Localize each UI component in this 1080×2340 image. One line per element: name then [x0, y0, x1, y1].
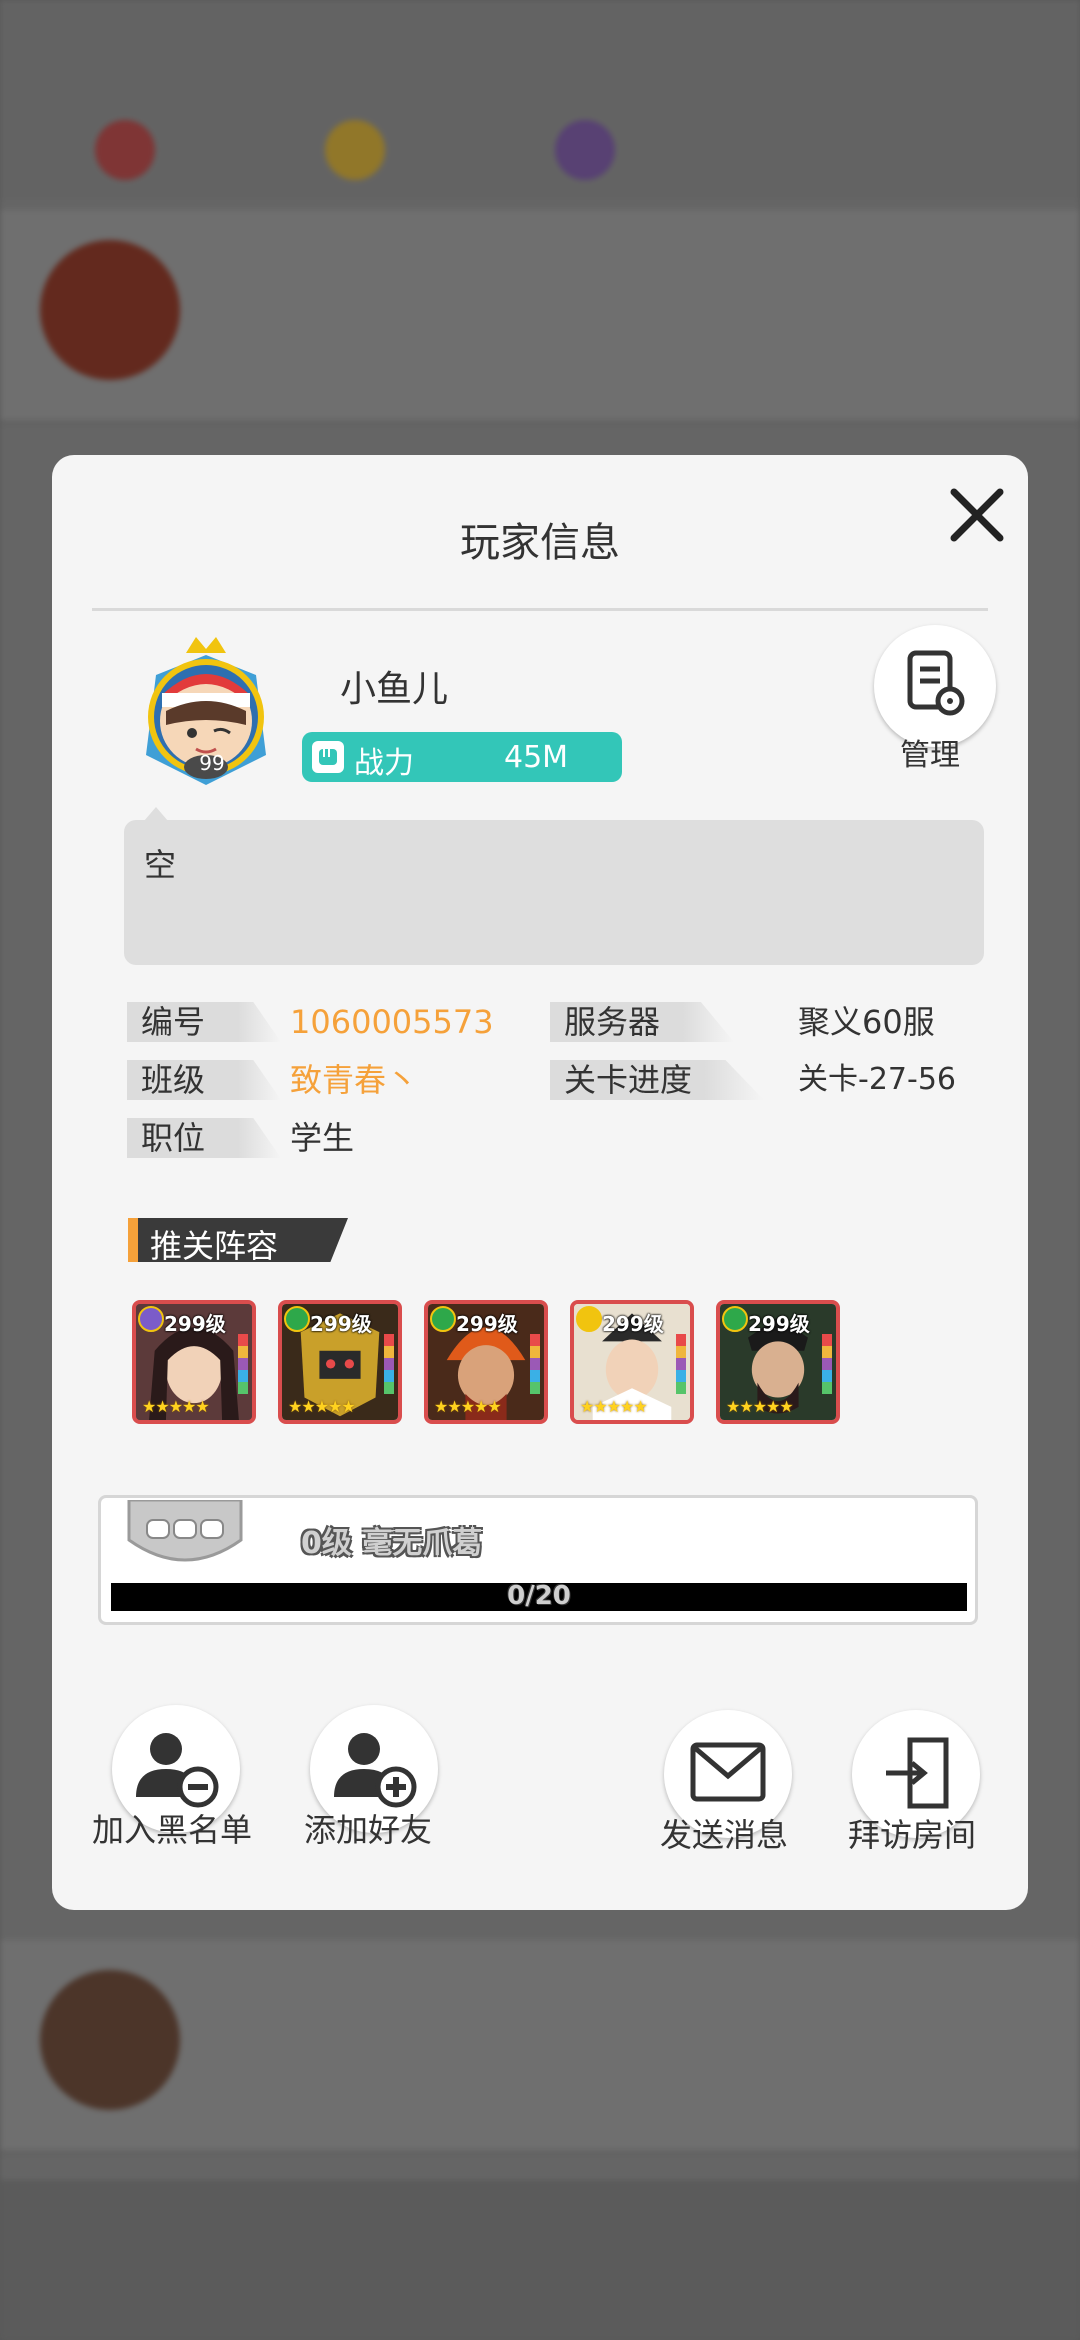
lineup-title: 推关阵容 [150, 1227, 279, 1265]
signature-tail [144, 807, 168, 821]
hero-card[interactable]: 299级 ★★★★★ [716, 1300, 840, 1424]
manage-button[interactable] [874, 625, 996, 747]
hero-level: 299级 [164, 1312, 226, 1336]
spade-badge-icon [722, 1306, 748, 1332]
class-label: 班级 [127, 1060, 281, 1100]
manage-label: 管理 [900, 738, 960, 773]
class-value[interactable]: 致青春丶 [290, 1060, 418, 1100]
document-gear-icon [907, 650, 965, 716]
position-value: 学生 [290, 1119, 355, 1157]
server-value: 聚义60服 [798, 1003, 935, 1041]
hero-level: 299级 [456, 1312, 518, 1336]
dialog-title: 玩家信息 [460, 520, 620, 566]
player-info-dialog: 玩家信息 99 小鱼儿 战力 45M 管理 空 编号 1060005573 服务… [52, 455, 1028, 1910]
rarity-bar [238, 1334, 248, 1394]
player-name: 小鱼儿 [340, 669, 449, 710]
hero-level: 299级 [602, 1312, 664, 1336]
spade-badge-icon [430, 1306, 456, 1332]
add-user-icon [334, 1733, 417, 1808]
honor-progress-bar: 0/20 [111, 1581, 967, 1611]
avatar-level: 99 [199, 751, 225, 775]
hero-stars: ★★★★★ [726, 1397, 794, 1416]
hero-stars: ★★★★★ [142, 1397, 210, 1416]
position-label: 职位 [127, 1118, 281, 1158]
add-friend-label[interactable]: 添加好友 [304, 1805, 432, 1851]
hero-level: 299级 [310, 1312, 372, 1336]
id-label: 编号 [127, 1002, 281, 1042]
rarity-bar [384, 1334, 394, 1394]
spade-badge-icon [284, 1306, 310, 1332]
hero-card[interactable]: 299级 ★★★★★ [570, 1300, 694, 1424]
signature-box [124, 820, 984, 965]
hero-stars: ★★★★★ [580, 1397, 648, 1416]
send-message-label[interactable]: 发送消息 [660, 1810, 788, 1856]
signature-text: 空 [144, 846, 177, 884]
power-label: 战力 [354, 746, 414, 781]
hero-stars: ★★★★★ [288, 1397, 356, 1416]
id-value: 1060005573 [290, 1003, 494, 1041]
title-divider [92, 608, 988, 611]
server-label: 服务器 [550, 1002, 734, 1042]
blacklist-label[interactable]: 加入黑名单 [92, 1805, 252, 1851]
envelope-icon [690, 1742, 766, 1802]
stage-value: 关卡-27-56 [798, 1062, 956, 1097]
fist-icon [312, 741, 344, 773]
sun-badge-icon [576, 1306, 602, 1332]
rarity-bar [530, 1334, 540, 1394]
stage-label: 关卡进度 [550, 1060, 764, 1100]
visit-room-label[interactable]: 拜访房间 [848, 1810, 976, 1856]
rarity-bar [822, 1334, 832, 1394]
hero-card[interactable]: 299级 ★★★★★ [278, 1300, 402, 1424]
rarity-bar [676, 1334, 686, 1394]
hero-card[interactable]: 299级 ★★★★★ [132, 1300, 256, 1424]
hero-card[interactable]: 299级 ★★★★★ [424, 1300, 548, 1424]
power-badge: 战力 45M [302, 732, 622, 782]
power-value: 45M [504, 740, 569, 775]
remove-user-icon [136, 1733, 219, 1808]
rank-emblem-icon [127, 1500, 243, 1562]
moon-badge-icon [138, 1306, 164, 1332]
hero-stars: ★★★★★ [434, 1397, 502, 1416]
honor-title: 0级 毫无爪葛 [301, 1526, 483, 1561]
lineup-header: 推关阵容 [128, 1218, 348, 1262]
door-enter-icon [886, 1737, 949, 1809]
honor-card[interactable]: 0级 毫无爪葛 0/20 [98, 1495, 978, 1625]
close-icon[interactable] [942, 480, 1012, 550]
hero-level: 299级 [748, 1312, 810, 1336]
honor-progress-text: 0/20 [507, 1581, 571, 1611]
